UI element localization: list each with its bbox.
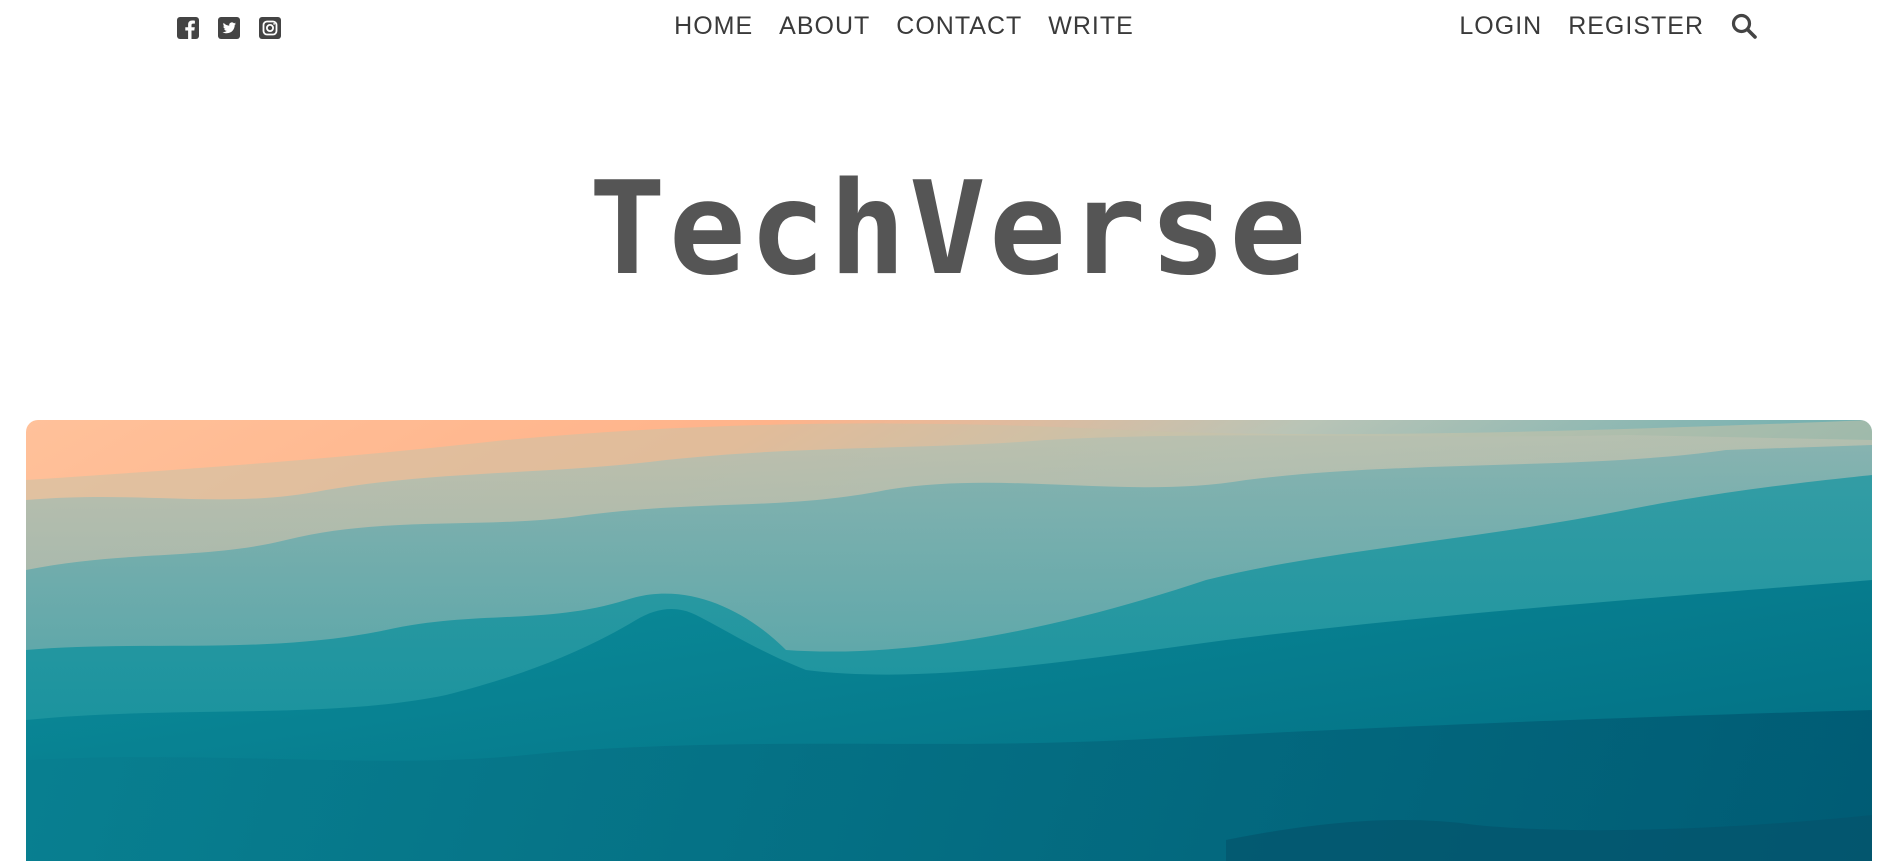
- main-nav-list: HOME ABOUT CONTACT WRITE: [674, 11, 1134, 41]
- auth-nav: LOGIN REGISTER: [1459, 11, 1758, 41]
- facebook-icon[interactable]: [176, 16, 200, 40]
- hero-image: [26, 420, 1872, 861]
- site-title: TechVerse: [588, 155, 1310, 304]
- search-icon[interactable]: [1730, 12, 1758, 40]
- nav-about-link[interactable]: ABOUT: [779, 11, 870, 41]
- top-navigation-bar: HOME ABOUT CONTACT WRITE LOGIN REGISTER: [0, 0, 1898, 54]
- nav-home-link[interactable]: HOME: [674, 11, 753, 41]
- twitter-icon[interactable]: [217, 16, 241, 40]
- instagram-icon[interactable]: [258, 16, 282, 40]
- register-link[interactable]: REGISTER: [1568, 11, 1704, 41]
- hero-landscape: [26, 420, 1872, 861]
- login-link[interactable]: LOGIN: [1459, 11, 1542, 41]
- nav-write-link[interactable]: WRITE: [1048, 11, 1134, 41]
- nav-contact-link[interactable]: CONTACT: [896, 11, 1022, 41]
- social-links: [176, 16, 282, 40]
